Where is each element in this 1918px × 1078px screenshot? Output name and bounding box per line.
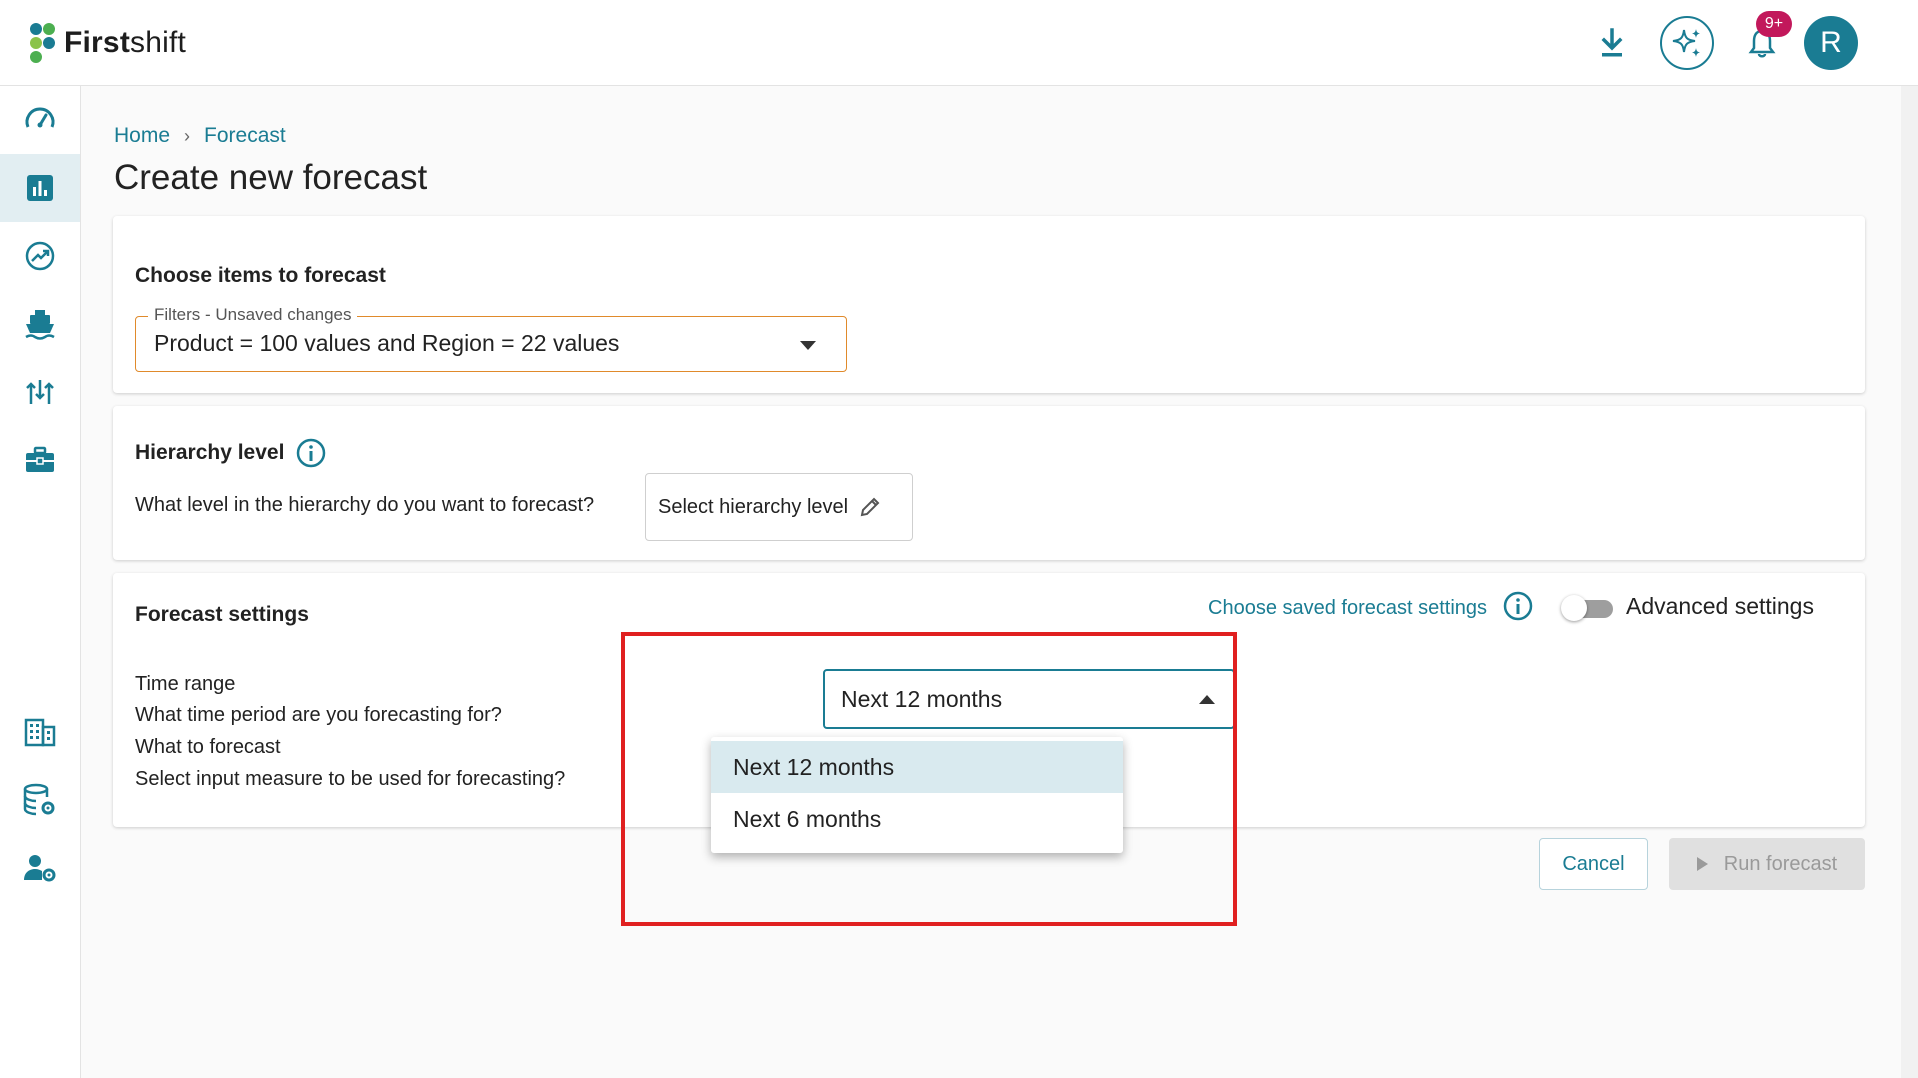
cancel-button[interactable]: Cancel (1539, 838, 1648, 890)
filters-dropdown[interactable]: Filters - Unsaved changes Product = 100 … (135, 305, 847, 372)
sidebar-item-organization[interactable] (0, 698, 80, 766)
filters-value: Product = 100 values and Region = 22 val… (154, 330, 620, 356)
run-forecast-label: Run forecast (1723, 852, 1838, 875)
page-title: Create new forecast (114, 158, 428, 197)
forecast-settings-title: Forecast settings (135, 603, 309, 626)
notification-badge: 9+ (1756, 11, 1792, 37)
breadcrumb-forecast[interactable]: Forecast (204, 124, 286, 148)
ship-icon (25, 310, 55, 340)
sidebar (0, 86, 81, 1078)
time-range-options-list: Next 12 months Next 6 months (711, 737, 1123, 853)
firstshift-logo[interactable]: Firstshift (28, 20, 186, 66)
building-icon (24, 718, 56, 747)
sidebar-item-portfolio[interactable] (0, 426, 80, 494)
bar-chart-icon (27, 175, 53, 201)
select-hierarchy-button[interactable]: Select hierarchy level (645, 473, 913, 541)
hierarchy-title-row: Hierarchy level (135, 438, 326, 468)
sidebar-item-shipping[interactable] (0, 290, 80, 358)
top-bar: Firstshift 9+ R (0, 0, 1918, 86)
hierarchy-title: Hierarchy level (135, 441, 285, 464)
breadcrumb-separator: › (184, 125, 191, 146)
time-range-select[interactable]: Next 12 months (823, 669, 1235, 729)
choose-items-card: Choose items to forecast Filters - Unsav… (113, 216, 1865, 393)
breadcrumb: Home › Forecast (114, 124, 286, 148)
time-range-selected-value: Next 12 months (841, 686, 1003, 712)
user-settings-icon (24, 855, 56, 882)
filters-legend: Filters - Unsaved changes (148, 305, 358, 325)
trending-up-icon (25, 241, 55, 271)
briefcase-icon (26, 446, 54, 472)
option-next-12-months[interactable]: Next 12 months (711, 741, 1123, 793)
user-avatar[interactable]: R (1804, 16, 1858, 70)
advanced-settings-label: Advanced settings (1626, 593, 1814, 619)
chevron-down-icon (800, 341, 816, 350)
what-to-forecast-question: Select input measure to be used for fore… (135, 768, 566, 790)
advanced-settings-toggle[interactable] (1561, 595, 1613, 621)
what-to-forecast-label: What to forecast (135, 736, 281, 758)
chevron-up-icon (1199, 695, 1215, 704)
ai-assistant-button[interactable] (1660, 16, 1714, 70)
dashboard-gauge-icon (25, 107, 55, 128)
hierarchy-info-icon[interactable] (296, 438, 326, 468)
option-next-6-months[interactable]: Next 6 months (711, 793, 1123, 845)
breadcrumb-home[interactable]: Home (114, 124, 170, 148)
sidebar-item-user-settings[interactable] (0, 834, 80, 902)
firstshift-logo-icon (30, 23, 55, 63)
flow-arrows-icon (26, 380, 54, 404)
sidebar-item-forecast[interactable] (0, 154, 80, 222)
sparkle-icon (1672, 29, 1700, 57)
saved-settings-info-icon[interactable] (1503, 591, 1533, 621)
pencil-icon (860, 497, 880, 517)
time-range-question: What time period are you forecasting for… (135, 704, 502, 726)
choose-saved-settings-link[interactable]: Choose saved forecast settings (1208, 597, 1487, 620)
scrollbar[interactable] (1901, 86, 1918, 1078)
sidebar-item-dashboard[interactable] (0, 86, 80, 154)
time-range-label: Time range (135, 673, 236, 695)
sidebar-item-trends[interactable] (0, 222, 80, 290)
run-forecast-button[interactable]: Run forecast (1669, 838, 1865, 890)
play-icon (1696, 857, 1708, 871)
database-settings-icon (23, 783, 55, 816)
notifications-button[interactable]: 9+ (1742, 11, 1792, 63)
hierarchy-question: What level in the hierarchy do you want … (135, 494, 595, 516)
download-icon[interactable] (1592, 23, 1632, 63)
sidebar-item-data-settings[interactable] (0, 766, 80, 834)
toggle-knob (1561, 595, 1587, 621)
brand-name: Firstshift (64, 26, 187, 59)
select-hierarchy-label: Select hierarchy level (658, 495, 849, 518)
choose-items-title: Choose items to forecast (135, 264, 386, 287)
sidebar-item-flow[interactable] (0, 358, 80, 426)
hierarchy-card: Hierarchy level What level in the hierar… (113, 406, 1865, 560)
